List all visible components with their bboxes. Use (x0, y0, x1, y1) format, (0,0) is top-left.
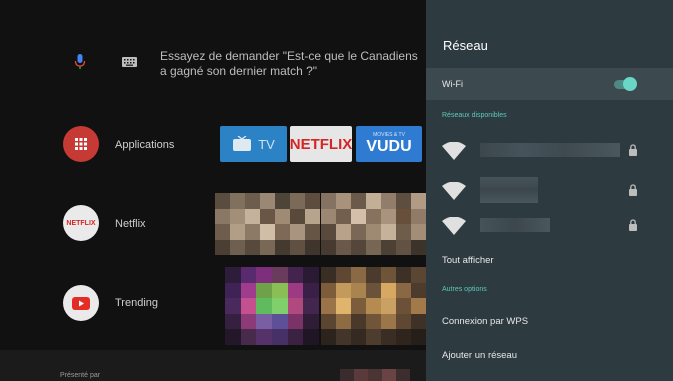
network-name-blurred (480, 143, 620, 157)
footer-thumbnail (340, 369, 410, 381)
keyboard-icon[interactable] (122, 57, 137, 67)
netflix-thumbnail-1[interactable] (215, 193, 320, 255)
network-item[interactable] (426, 174, 673, 206)
apps-grid-icon[interactable] (63, 126, 99, 162)
network-name-blurred (480, 218, 550, 232)
youtube-channel-icon[interactable] (63, 285, 99, 321)
wifi-signal-icon (442, 142, 466, 160)
vudu-app-sublabel: MOVIES & TV (373, 132, 405, 138)
lock-icon (629, 144, 637, 156)
lock-icon (629, 184, 637, 196)
youtube-play-icon (72, 296, 90, 310)
search-prompt[interactable]: Essayez de demander "Est-ce que le Canad… (160, 49, 420, 79)
grid-icon (75, 138, 87, 150)
row-label-netflix: Netflix (115, 218, 146, 230)
trending-thumbnail-2[interactable] (321, 267, 426, 345)
network-name-blurred (480, 177, 538, 203)
netflix-channel-logo: NETFLIX (66, 219, 96, 227)
netflix-channel-icon[interactable]: NETFLIX (63, 205, 99, 241)
tv-app-label: TV (258, 136, 275, 152)
lock-icon (629, 219, 637, 231)
other-options-heading: Autres options (442, 286, 487, 293)
tv-app-tile[interactable]: TV (220, 126, 287, 162)
panel-title: Réseau (443, 38, 488, 53)
vudu-app-label: VUDU (366, 138, 412, 155)
netflix-app-label: NETFLIX (289, 135, 353, 153)
wifi-toggle-knob[interactable] (623, 77, 637, 91)
netflix-thumbnail-2[interactable] (321, 193, 426, 255)
row-label-applications: Applications (115, 139, 175, 151)
wps-connect-button[interactable]: Connexion par WPS (442, 316, 528, 327)
wifi-toggle-row[interactable]: Wi-Fi (426, 68, 673, 100)
row-label-trending: Trending (115, 297, 159, 309)
netflix-app-tile[interactable]: NETFLIX (290, 126, 352, 162)
microphone-icon[interactable] (74, 54, 86, 70)
add-network-button[interactable]: Ajouter un réseau (442, 350, 517, 361)
network-settings-panel: Réseau Wi-Fi Réseaux disponibles Tout af… (426, 0, 673, 381)
trending-thumbnail-1[interactable] (225, 267, 319, 345)
wifi-label: Wi-Fi (442, 79, 463, 89)
tv-icon (233, 136, 252, 151)
network-item[interactable] (426, 134, 673, 166)
available-networks-heading: Réseaux disponibles (442, 112, 507, 119)
wifi-signal-icon (442, 182, 466, 200)
footer-label: Présenté par (60, 372, 101, 379)
network-item[interactable] (426, 209, 673, 241)
vudu-app-tile[interactable]: MOVIES & TV VUDU (356, 126, 422, 162)
show-all-networks-button[interactable]: Tout afficher (442, 255, 494, 266)
wifi-signal-icon (442, 217, 466, 235)
